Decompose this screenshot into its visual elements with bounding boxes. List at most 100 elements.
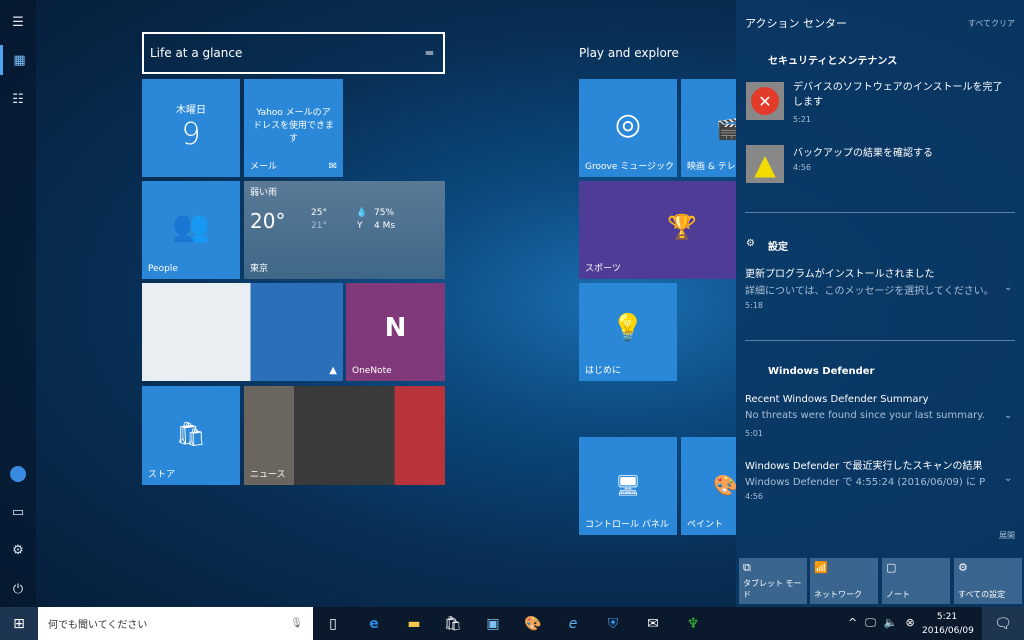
chevron-down-icon[interactable]: ⌄	[1004, 282, 1012, 293]
wind-icon: Y	[357, 221, 363, 231]
tile-label: People	[148, 264, 178, 274]
weather-temp: 20°	[250, 209, 286, 233]
file-explorer-icon[interactable]: ▭	[0, 497, 36, 527]
photos-icon: ▲	[329, 365, 337, 376]
internet-explorer-icon[interactable]: e	[554, 607, 592, 640]
chevron-down-icon[interactable]: ⌄	[1004, 410, 1012, 421]
quick-action-label: タブレット モード	[743, 579, 802, 599]
note-icon: ▢	[886, 561, 897, 574]
chevron-down-icon[interactable]: ⌄	[1004, 473, 1012, 484]
settings-icon[interactable]: ⚙	[0, 535, 36, 565]
store-tile[interactable]: 🛍 ストア	[142, 386, 240, 485]
group-title: Play and explore	[579, 46, 679, 60]
get-started-tile[interactable]: 💡 はじめに	[579, 283, 677, 381]
weather-high: 25°	[311, 208, 327, 218]
power-icon[interactable]: ⏻	[0, 574, 36, 604]
tile-label: OneNote	[352, 366, 392, 376]
search-placeholder: 何でも聞いてください	[48, 620, 148, 631]
network-icon: 📶	[814, 561, 828, 574]
mail-tile[interactable]: Yahoo メールのアドレスを使用できます メール ✉	[244, 79, 343, 177]
trophy-icon: 🏆	[667, 213, 697, 241]
notification-title[interactable]: 更新プログラムがインストールされました	[745, 265, 935, 280]
clear-all-button[interactable]: すべてクリア	[968, 18, 1015, 29]
calendar-tile[interactable]: 木曜日 9	[142, 79, 240, 177]
drag-handle-icon[interactable]: ═	[426, 46, 433, 60]
hamburger-icon[interactable]: ☰	[0, 7, 36, 37]
tile-label: ペイント	[687, 520, 724, 530]
all-apps-icon[interactable]: ☷	[0, 84, 36, 114]
expand-button[interactable]: 展開	[999, 530, 1015, 541]
volume-icon[interactable]: 🔈	[884, 616, 898, 630]
settings-group-header: 設定	[768, 242, 788, 253]
network-button[interactable]: 📶 ネットワーク	[810, 558, 878, 604]
sports-tile[interactable]: 🏆 スポーツ	[579, 181, 736, 279]
notification-icon: 🗨	[994, 615, 1012, 632]
paint-icon[interactable]: 🎨	[514, 607, 552, 640]
action-center: アクション センター すべてクリア セキュリティとメンテナンス ✕ デバイスのソ…	[736, 0, 1024, 607]
onenote-icon: N	[384, 313, 407, 343]
defender-group-header: Windows Defender	[768, 366, 875, 377]
tile-label: ストア	[148, 470, 176, 480]
weather-low: 21°	[311, 221, 327, 231]
error-icon[interactable]: ⊗	[906, 616, 915, 630]
all-settings-button[interactable]: ⚙ すべての設定	[954, 558, 1022, 604]
edge-icon[interactable]: e	[355, 607, 393, 640]
start-button[interactable]: ⊞	[0, 607, 38, 640]
calendar-day: 木曜日	[176, 105, 206, 116]
onenote-tile[interactable]: N OneNote	[346, 283, 445, 381]
tiles-icon[interactable]: ▦	[0, 45, 36, 75]
notification-title[interactable]: Windows Defender で最近実行したスキャンの結果	[745, 457, 982, 472]
notification-time: 5:01	[745, 429, 763, 438]
tile-label: コントロール パネル	[585, 520, 669, 530]
quick-action-label: ノート	[886, 590, 910, 599]
search-box[interactable]: 何でも聞いてください 🎙	[38, 607, 313, 640]
humidity-icon: 💧	[356, 208, 368, 218]
notification-time: 5:21	[793, 115, 811, 124]
photos-tile[interactable]: ▲	[142, 283, 343, 381]
divider	[745, 212, 1015, 213]
clock-date: 2016/06/09	[922, 626, 974, 636]
movies-tile[interactable]: 🎬 映画 & テレビ	[681, 79, 736, 177]
security-group-header: セキュリティとメンテナンス	[768, 56, 898, 67]
people-icon: 👥	[172, 209, 210, 244]
weather-condition: 弱い雨	[250, 188, 278, 198]
security-app-icon[interactable]: ♆	[674, 607, 712, 640]
group-name-editor[interactable]: Life at a glance ═	[142, 32, 445, 74]
action-center-button[interactable]: 🗨	[982, 607, 1024, 640]
notification-title[interactable]: Recent Windows Defender Summary	[745, 394, 929, 405]
notification-title[interactable]: バックアップの結果を確認する	[793, 144, 933, 159]
file-explorer-icon[interactable]: ▬	[395, 607, 433, 640]
news-tile[interactable]: ニュース	[244, 386, 445, 485]
network-icon[interactable]: 🖵	[865, 616, 876, 630]
system-tray: ^ 🖵 🔈 ⊗	[848, 616, 915, 630]
tablet-mode-button[interactable]: ⧉ タブレット モード	[739, 558, 807, 604]
clock-time: 5:21	[936, 612, 958, 622]
people-tile[interactable]: 👥 People	[142, 181, 240, 279]
control-panel-icon[interactable]: ▣	[474, 607, 512, 640]
microphone-icon[interactable]: 🎙	[290, 618, 303, 629]
task-view-icon[interactable]: ▯	[314, 607, 352, 640]
quick-action-label: ネットワーク	[814, 590, 862, 599]
paint-tile[interactable]: 🎨 ペイント	[681, 437, 736, 535]
lightbulb-icon: 💡	[611, 313, 645, 343]
groove-icon: ◎	[614, 107, 642, 142]
weather-wind: 4 Ms	[374, 221, 396, 231]
avatar[interactable]	[0, 459, 36, 489]
error-icon: ✕	[746, 82, 784, 120]
show-hidden-icons-icon[interactable]: ^	[848, 616, 857, 630]
clock[interactable]: 5:21 2016/06/09	[922, 610, 974, 638]
quick-action-label: すべての設定	[958, 590, 1006, 599]
mail-text: Yahoo メールのアドレスを使用できます	[252, 108, 334, 144]
store-icon[interactable]: 🛍	[434, 607, 472, 640]
groove-tile[interactable]: ◎ Groove ミュージック	[579, 79, 677, 177]
notification-title[interactable]: デバイスのソフトウェアのインストールを完了します	[793, 80, 1008, 110]
defender-shield-icon[interactable]: ⛨	[594, 607, 632, 640]
notification-body: No threats were found since your last su…	[745, 410, 985, 421]
control-panel-tile[interactable]: 🖥 コントロール パネル	[579, 437, 677, 535]
tile-label: ニュース	[250, 470, 286, 480]
notification-body: 詳細については、このメッセージを選択してください。	[745, 286, 994, 297]
weather-tile[interactable]: 弱い雨 20° 25° 21° 💧 75% Y 4 Ms 東京	[244, 181, 445, 279]
weather-city: 東京	[250, 264, 269, 274]
note-button[interactable]: ▢ ノート	[882, 558, 950, 604]
mail-icon[interactable]: ✉	[634, 607, 672, 640]
